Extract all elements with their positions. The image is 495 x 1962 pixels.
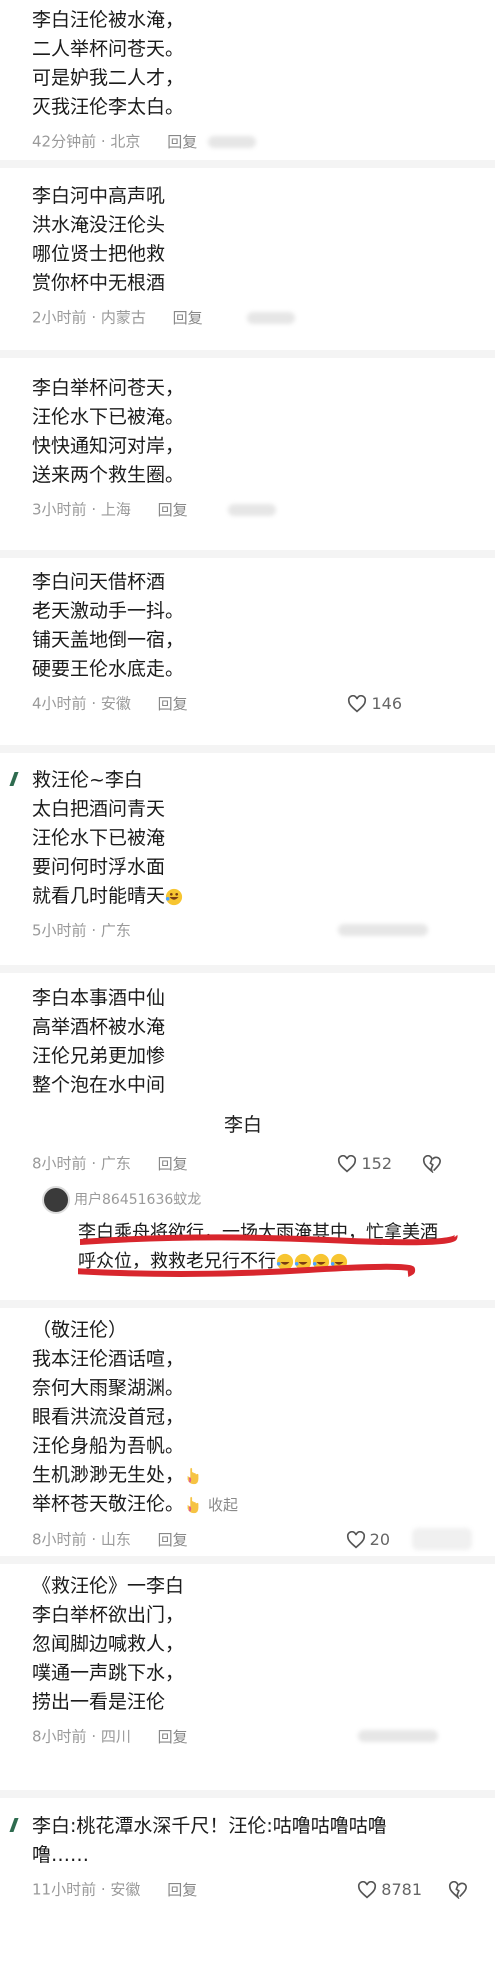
quote-mark	[9, 1818, 19, 1832]
comment-time: 5小时前	[32, 921, 87, 940]
sub-reply: 用户86451636蚊龙 李白乘舟将欲行，一场大雨淹其中，忙拿美酒呼众位，救救老…	[34, 1186, 458, 1296]
comment-location: 广东	[100, 1154, 131, 1173]
comment-text: 李白问天借杯酒 老天激动手一抖。 铺天盖地倒一宿， 硬要王伦水底走。	[32, 571, 185, 680]
hand-pointing-icon	[187, 1496, 199, 1513]
reply-button[interactable]: 回复	[158, 501, 188, 519]
sub-reply-username[interactable]: 用户86451636蚊龙	[74, 1189, 201, 1209]
blurred-username	[228, 503, 277, 516]
like-button[interactable]: 8781	[357, 1878, 422, 1901]
comment-time: 3小时前	[32, 500, 87, 519]
comment: 李白河中高声吼 洪水淹没汪伦头 哪位贤士把他救 赏你杯中无根酒 2小时前 · 内…	[32, 182, 472, 328]
laughing-emoji-icon	[165, 888, 183, 905]
comment-text: 李白本事酒中仙 高举酒杯被水淹 汪伦兄弟更加惨 整个泡在水中间	[32, 987, 166, 1096]
comment-text: （敬汪伦） 我本汪伦酒话喧， 奈何大雨聚湖渊。 眼看洪流没首冠， 汪伦身船为吾帆…	[32, 1319, 239, 1515]
dislike-button[interactable]	[448, 1878, 468, 1900]
comment-meta: 2小时前 · 内蒙古 回复	[32, 306, 472, 328]
reply-button[interactable]: 回复	[158, 695, 188, 713]
broken-heart-icon	[422, 1154, 442, 1174]
comment-meta: 3小时前 · 上海 回复	[32, 498, 472, 520]
like-button[interactable]: 146	[347, 692, 402, 715]
comment-meta: 8小时前 · 四川 回复	[32, 1725, 472, 1747]
comment-location: 上海	[100, 500, 131, 519]
comment-meta: 4小时前 · 安徽 回复 146	[32, 692, 402, 715]
like-count: 146	[371, 693, 402, 713]
comment-time: 11小时前	[32, 1880, 97, 1899]
reply-button[interactable]: 回复	[158, 1155, 188, 1173]
comment: 李白举杯问苍天， 汪伦水下已被淹。 快快通知河对岸， 送来两个救生圈。 3小时前…	[32, 374, 472, 520]
comment-text: 救汪伦~李白 太白把酒问青天 汪伦水下已被淹 要问何时浮水面 就看几时能晴天	[32, 766, 472, 911]
hand-pointing-icon	[187, 1467, 199, 1484]
divider	[0, 1556, 495, 1564]
reply-button[interactable]: 回复	[173, 309, 203, 327]
comment-location: 山东	[100, 1530, 131, 1549]
comment-meta: 11小时前 · 安徽 回复 8781	[32, 1878, 472, 1900]
comment-time: 42分钟前	[32, 132, 97, 151]
collapse-button[interactable]: 收起	[208, 1496, 238, 1514]
comment-time: 4小时前	[32, 694, 87, 713]
heart-icon	[338, 1154, 357, 1172]
comment-text: 李白:桃花潭水深千尺！汪伦:咕噜咕噜咕噜 噜……	[32, 1815, 387, 1866]
comment-location: 内蒙古	[100, 308, 146, 327]
reply-button[interactable]: 回复	[167, 133, 197, 151]
divider	[0, 550, 495, 558]
comment-location: 安徽	[100, 694, 131, 713]
comment-location: 四川	[100, 1727, 131, 1746]
like-button[interactable]: 152	[337, 1152, 392, 1175]
comment-meta: 42分钟前 · 北京 回复	[32, 130, 472, 152]
broken-heart-icon	[448, 1880, 468, 1900]
blurred-area	[412, 1528, 472, 1550]
blurred-like-count	[338, 924, 428, 936]
comment-time: 2小时前	[32, 308, 87, 327]
comment: （敬汪伦） 我本汪伦酒话喧， 奈何大雨聚湖渊。 眼看洪流没首冠， 汪伦身船为吾帆…	[32, 1316, 472, 1550]
reply-button[interactable]: 回复	[167, 1881, 197, 1899]
comment-location: 北京	[110, 132, 141, 151]
comment-time: 8小时前	[32, 1530, 87, 1549]
comment-location: 安徽	[110, 1880, 141, 1899]
red-underline-annotation	[78, 1263, 416, 1277]
comment: 李白:桃花潭水深千尺！汪伦:咕噜咕噜咕噜 噜…… 11小时前 · 安徽 回复 8…	[32, 1812, 472, 1900]
comment-signature: 李白	[224, 1114, 263, 1136]
comment: 李白问天借杯酒 老天激动手一抖。 铺天盖地倒一宿， 硬要王伦水底走。 4小时前 …	[32, 568, 472, 714]
comment: 《救汪伦》一李白 李白举杯欲出门， 忽闻脚边喊救人， 噗通一声跳下水， 捞出一看…	[32, 1572, 472, 1747]
blurred-like-count	[358, 1730, 438, 1742]
comment-meta: 8小时前 · 山东 回复 20	[32, 1528, 472, 1550]
divider	[0, 745, 495, 753]
comment-text: 《救汪伦》一李白 李白举杯欲出门， 忽闻脚边喊救人， 噗通一声跳下水， 捞出一看…	[32, 1575, 185, 1713]
comment: 救汪伦~李白 太白把酒问青天 汪伦水下已被淹 要问何时浮水面 就看几时能晴天 5…	[32, 766, 472, 941]
like-button[interactable]: 20	[346, 1528, 390, 1551]
like-count: 20	[369, 1529, 390, 1549]
divider	[0, 1300, 495, 1308]
blurred-username	[247, 311, 296, 324]
like-count: 152	[361, 1153, 392, 1173]
divider	[0, 1790, 495, 1798]
comment-text: 李白举杯问苍天， 汪伦水下已被淹。 快快通知河对岸， 送来两个救生圈。	[32, 377, 185, 486]
comment-meta: 5小时前 · 广东	[32, 919, 472, 941]
avatar[interactable]	[42, 1186, 70, 1214]
heart-icon	[348, 694, 367, 712]
comment-meta: 8小时前 · 广东 回复 152	[32, 1152, 472, 1174]
comment: 李白本事酒中仙 高举酒杯被水淹 汪伦兄弟更加惨 整个泡在水中间 李白 8小时前 …	[32, 984, 472, 1174]
comment-text: 李白河中高声吼 洪水淹没汪伦头 哪位贤士把他救 赏你杯中无根酒	[32, 185, 166, 294]
comment: 李白汪伦被水淹， 二人举杯问苍天。 可是妒我二人才， 灭我汪伦李太白。 42分钟…	[32, 6, 472, 152]
quote-mark	[9, 772, 19, 786]
comment-time: 8小时前	[32, 1727, 87, 1746]
reply-button[interactable]: 回复	[158, 1728, 188, 1746]
comment-time: 8小时前	[32, 1154, 87, 1173]
comment-location: 广东	[100, 921, 131, 940]
divider	[0, 160, 495, 168]
dislike-button[interactable]	[422, 1152, 442, 1174]
red-underline-annotation	[79, 1233, 458, 1246]
like-count: 8781	[381, 1879, 422, 1899]
divider	[0, 350, 495, 358]
comment-text: 李白汪伦被水淹， 二人举杯问苍天。 可是妒我二人才， 灭我汪伦李太白。	[32, 9, 185, 118]
heart-icon	[346, 1530, 365, 1548]
reply-button[interactable]: 回复	[158, 1531, 188, 1549]
blurred-username	[208, 135, 257, 148]
divider	[0, 965, 495, 973]
heart-icon	[358, 1880, 377, 1898]
